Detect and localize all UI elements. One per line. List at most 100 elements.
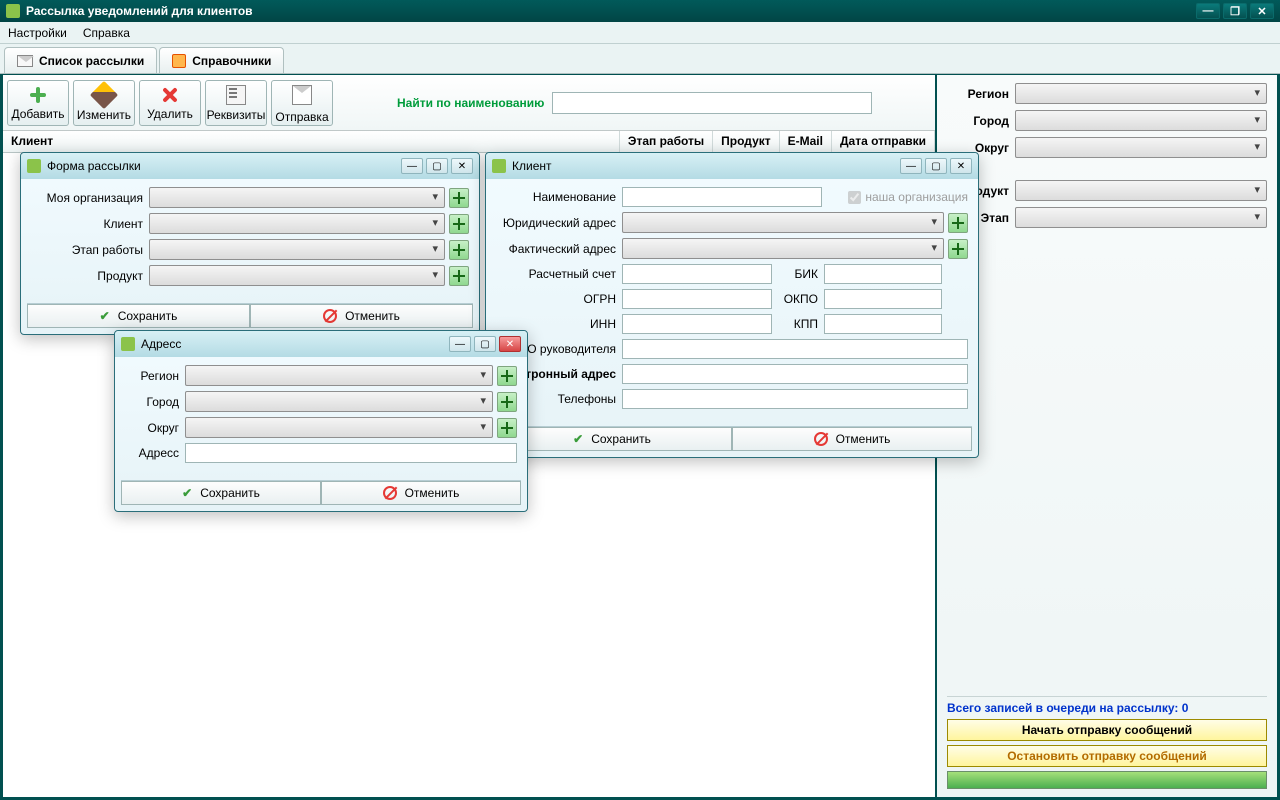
- name-input[interactable]: [622, 187, 822, 207]
- toolbar: Добавить Изменить Удалить Реквизиты Отпр…: [3, 75, 935, 131]
- save-button[interactable]: ✔Сохранить: [27, 304, 250, 328]
- col-email[interactable]: E-Mail: [780, 131, 832, 152]
- app-title: Рассылка уведомлений для клиентов: [26, 4, 1193, 18]
- dialog-maximize[interactable]: ▢: [925, 158, 947, 174]
- dialog-minimize[interactable]: —: [449, 336, 471, 352]
- addr-district-add[interactable]: [497, 418, 517, 438]
- dialog-close[interactable]: ✕: [950, 158, 972, 174]
- tabstrip: Список рассылки Справочники: [0, 44, 1280, 74]
- col-sent[interactable]: Дата отправки: [832, 131, 935, 152]
- send-button[interactable]: Отправка: [271, 80, 333, 126]
- save-button[interactable]: ✔Сохранить: [492, 427, 732, 451]
- org-add[interactable]: [449, 188, 469, 208]
- client-add[interactable]: [449, 214, 469, 234]
- dialog-maximize[interactable]: ▢: [426, 158, 448, 174]
- col-stage[interactable]: Этап работы: [620, 131, 713, 152]
- client-dialog: Клиент — ▢ ✕ Наименованиенаша организаци…: [485, 152, 979, 458]
- menu-settings[interactable]: Настройки: [8, 26, 67, 40]
- kpp-input[interactable]: [824, 314, 942, 334]
- addr-city-add[interactable]: [497, 392, 517, 412]
- cancel-button[interactable]: Отменить: [321, 481, 521, 505]
- start-send-button[interactable]: Начать отправку сообщений: [947, 719, 1267, 741]
- dialog-close[interactable]: ✕: [499, 336, 521, 352]
- actual-addr-combo[interactable]: [622, 238, 944, 259]
- document-icon: [226, 85, 246, 105]
- edit-button[interactable]: Изменить: [73, 80, 135, 126]
- phones-input[interactable]: [622, 389, 968, 409]
- dialog-minimize[interactable]: —: [900, 158, 922, 174]
- check-icon: ✔: [182, 486, 192, 500]
- addr-input[interactable]: [185, 443, 517, 463]
- mail-icon: [17, 55, 33, 67]
- dialog-maximize[interactable]: ▢: [474, 336, 496, 352]
- app-icon: [6, 4, 20, 18]
- filter-product[interactable]: [1015, 180, 1267, 201]
- addr-region-combo[interactable]: [185, 365, 493, 386]
- filter-stage[interactable]: [1015, 207, 1267, 228]
- org-combo[interactable]: [149, 187, 445, 208]
- tab-references[interactable]: Справочники: [159, 47, 284, 73]
- email-input[interactable]: [622, 364, 968, 384]
- actual-addr-add[interactable]: [948, 239, 968, 259]
- cancel-icon: [814, 432, 828, 446]
- dialog-titlebar[interactable]: Форма рассылки — ▢ ✕: [21, 153, 479, 179]
- cancel-icon: [383, 486, 397, 500]
- side-panel: Регион Город Округ Продукт Этап Всего за…: [937, 75, 1277, 797]
- minimize-button[interactable]: —: [1196, 3, 1220, 19]
- grid-header: Клиент Этап работы Продукт E-Mail Дата о…: [3, 131, 935, 153]
- search-input[interactable]: [552, 92, 872, 114]
- dialog-icon: [121, 337, 135, 351]
- cancel-button[interactable]: Отменить: [732, 427, 972, 451]
- col-product[interactable]: Продукт: [713, 131, 779, 152]
- product-add[interactable]: [449, 266, 469, 286]
- pencil-icon: [90, 80, 118, 108]
- dialog-title: Адресс: [141, 337, 449, 351]
- inn-input[interactable]: [622, 314, 772, 334]
- queue-info: Всего записей в очереди на рассылку: 0: [947, 696, 1267, 715]
- dialog-icon: [492, 159, 506, 173]
- addr-district-combo[interactable]: [185, 417, 493, 438]
- stop-send-button[interactable]: Остановить отправку сообщений: [947, 745, 1267, 767]
- legal-addr-combo[interactable]: [622, 212, 944, 233]
- dialog-titlebar[interactable]: Клиент — ▢ ✕: [486, 153, 978, 179]
- requisites-button[interactable]: Реквизиты: [205, 80, 267, 126]
- plus-icon: [28, 85, 48, 105]
- filter-city[interactable]: [1015, 110, 1267, 131]
- dialog-title: Форма рассылки: [47, 159, 401, 173]
- save-button[interactable]: ✔Сохранить: [121, 481, 321, 505]
- addr-city-combo[interactable]: [185, 391, 493, 412]
- close-button[interactable]: ✕: [1250, 3, 1274, 19]
- menu-help[interactable]: Справка: [83, 26, 130, 40]
- account-input[interactable]: [622, 264, 772, 284]
- fio-input[interactable]: [622, 339, 968, 359]
- maximize-button[interactable]: ❐: [1223, 3, 1247, 19]
- cancel-button[interactable]: Отменить: [250, 304, 473, 328]
- address-dialog: Адресс — ▢ ✕ Регион Город Округ Адресс ✔…: [114, 330, 528, 512]
- stage-add[interactable]: [449, 240, 469, 260]
- our-org-check: наша организация: [848, 190, 968, 204]
- dialog-minimize[interactable]: —: [401, 158, 423, 174]
- add-button[interactable]: Добавить: [7, 80, 69, 126]
- tab-mailing-list[interactable]: Список рассылки: [4, 47, 157, 73]
- addr-region-add[interactable]: [497, 366, 517, 386]
- envelope-icon: [292, 85, 312, 105]
- col-client[interactable]: Клиент: [3, 131, 620, 152]
- bik-input[interactable]: [824, 264, 942, 284]
- okpo-input[interactable]: [824, 289, 942, 309]
- delete-button[interactable]: Удалить: [139, 80, 201, 126]
- filter-region-label: Регион: [947, 87, 1009, 101]
- tab-list-label: Список рассылки: [39, 54, 144, 68]
- dialog-titlebar[interactable]: Адресс — ▢ ✕: [115, 331, 527, 357]
- mailing-form-dialog: Форма рассылки — ▢ ✕ Моя организация Кли…: [20, 152, 480, 335]
- legal-addr-add[interactable]: [948, 213, 968, 233]
- filter-region[interactable]: [1015, 83, 1267, 104]
- ogrn-input[interactable]: [622, 289, 772, 309]
- cancel-icon: [323, 309, 337, 323]
- client-combo[interactable]: [149, 213, 445, 234]
- stage-combo[interactable]: [149, 239, 445, 260]
- filter-district[interactable]: [1015, 137, 1267, 158]
- titlebar: Рассылка уведомлений для клиентов — ❐ ✕: [0, 0, 1280, 22]
- product-combo[interactable]: [149, 265, 445, 286]
- dialog-close[interactable]: ✕: [451, 158, 473, 174]
- queue-count: 0: [1182, 701, 1189, 715]
